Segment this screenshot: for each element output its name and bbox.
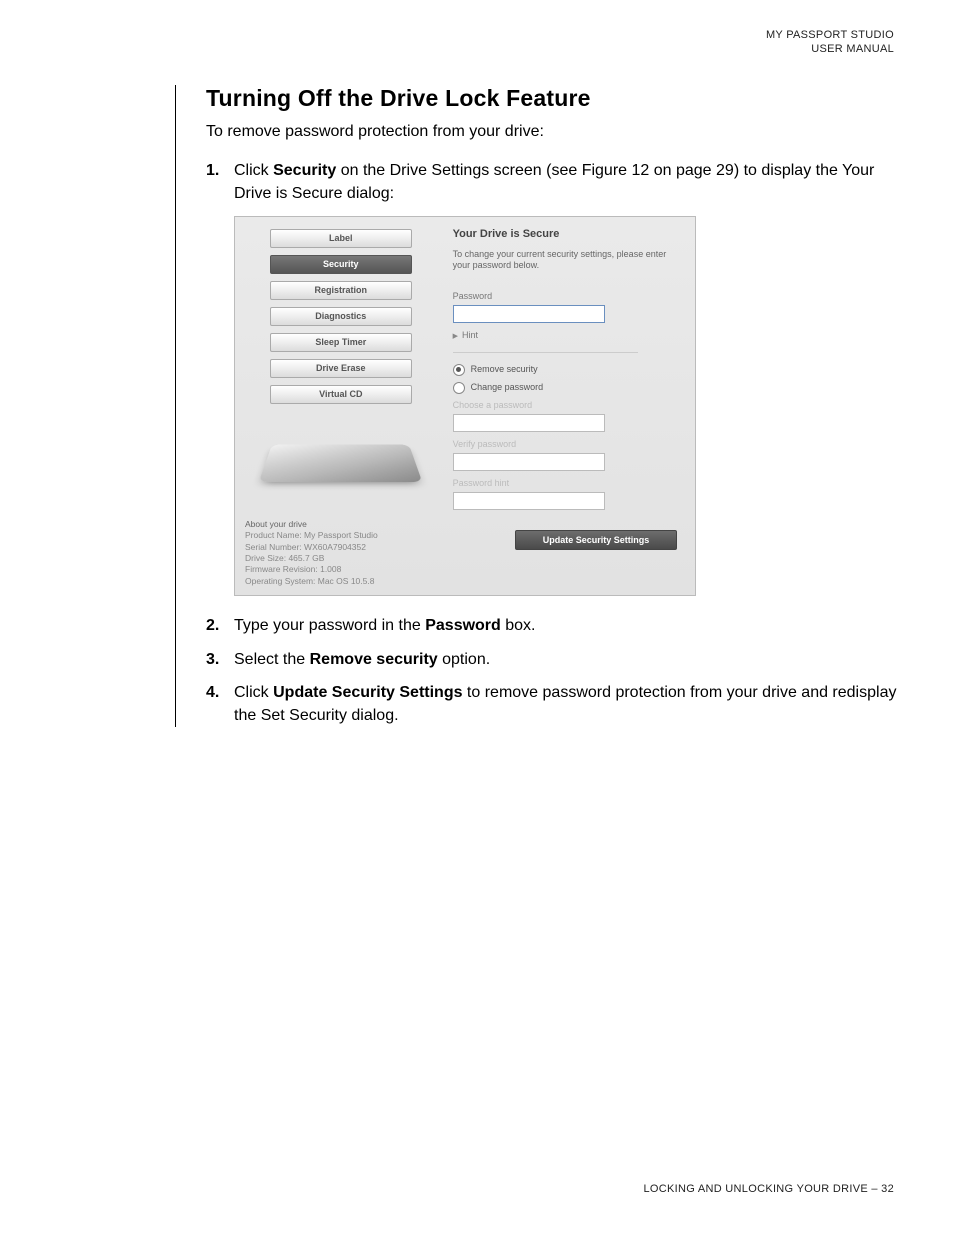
step-3: Select the Remove security option.	[206, 648, 915, 671]
step-1-text-a: Click	[234, 162, 273, 179]
about-line-1: Serial Number: WX60A7904352	[245, 542, 437, 553]
nav-registration-button[interactable]: Registration	[270, 281, 412, 300]
step-4: Click Update Security Settings to remove…	[206, 681, 915, 727]
about-title: About your drive	[245, 519, 437, 530]
dialog-right-panel: Your Drive is Secure To change your curr…	[447, 217, 695, 596]
update-security-button[interactable]: Update Security Settings	[515, 530, 677, 550]
change-password-label: Change password	[471, 381, 544, 394]
drive-illustration	[258, 429, 423, 509]
separator	[453, 352, 638, 353]
step-3-text-c: option.	[438, 651, 490, 668]
password-hint-label: Password hint	[453, 477, 681, 490]
choose-password-label: Choose a password	[453, 399, 681, 412]
about-line-2: Drive Size: 465.7 GB	[245, 553, 437, 564]
radio-selected-icon	[453, 364, 465, 376]
dialog-left-panel: Label Security Registration Diagnostics …	[235, 217, 447, 596]
nav-label-button[interactable]: Label	[270, 229, 412, 248]
hint-label: Hint	[462, 330, 478, 340]
page: MY PASSPORT STUDIO USER MANUAL Turning O…	[0, 0, 954, 1235]
step-4-text-a: Click	[234, 684, 273, 701]
dialog-screenshot: Label Security Registration Diagnostics …	[234, 216, 696, 597]
nav-security-button[interactable]: Security	[270, 255, 412, 274]
header: MY PASSPORT STUDIO USER MANUAL	[766, 28, 894, 57]
dialog-title: Your Drive is Secure	[453, 227, 681, 243]
step-2-text-c: box.	[501, 617, 536, 634]
about-line-0: Product Name: My Passport Studio	[245, 530, 437, 541]
choose-password-input[interactable]	[453, 414, 605, 432]
password-input[interactable]	[453, 305, 605, 323]
remove-security-option[interactable]: Remove security	[453, 363, 681, 376]
step-2-bold: Password	[425, 617, 501, 634]
step-3-text-a: Select the	[234, 651, 310, 668]
nav-driveerase-button[interactable]: Drive Erase	[270, 359, 412, 378]
password-label: Password	[453, 290, 681, 303]
nav-diagnostics-button[interactable]: Diagnostics	[270, 307, 412, 326]
header-line1: MY PASSPORT STUDIO	[766, 28, 894, 42]
section-title: Turning Off the Drive Lock Feature	[206, 85, 915, 112]
step-1: Click Security on the Drive Settings scr…	[206, 159, 915, 596]
about-line-4: Operating System: Mac OS 10.5.8	[245, 576, 437, 587]
steps-list: Click Security on the Drive Settings scr…	[206, 159, 915, 727]
nav-sleeptimer-button[interactable]: Sleep Timer	[270, 333, 412, 352]
footer: LOCKING AND UNLOCKING YOUR DRIVE – 32	[643, 1183, 894, 1195]
step-2: Type your password in the Password box.	[206, 614, 915, 637]
dialog-subtitle: To change your current security settings…	[453, 249, 681, 272]
step-1-bold: Security	[273, 162, 336, 179]
verify-password-label: Verify password	[453, 438, 681, 451]
intro-text: To remove password protection from your …	[206, 120, 915, 143]
step-3-bold: Remove security	[310, 651, 438, 668]
hint-toggle[interactable]: Hint	[453, 329, 681, 342]
verify-password-input[interactable]	[453, 453, 605, 471]
nav-virtualcd-button[interactable]: Virtual CD	[270, 385, 412, 404]
step-4-bold: Update Security Settings	[273, 684, 462, 701]
remove-security-label: Remove security	[471, 363, 538, 376]
password-hint-input[interactable]	[453, 492, 605, 510]
header-line2: USER MANUAL	[766, 42, 894, 56]
drive-illustration-body	[259, 444, 423, 482]
change-password-option[interactable]: Change password	[453, 381, 681, 394]
step-2-text-a: Type your password in the	[234, 617, 425, 634]
about-drive: About your drive Product Name: My Passpo…	[245, 519, 437, 588]
about-line-3: Firmware Revision: 1.008	[245, 564, 437, 575]
content-column: Turning Off the Drive Lock Feature To re…	[175, 85, 915, 727]
radio-unselected-icon	[453, 382, 465, 394]
